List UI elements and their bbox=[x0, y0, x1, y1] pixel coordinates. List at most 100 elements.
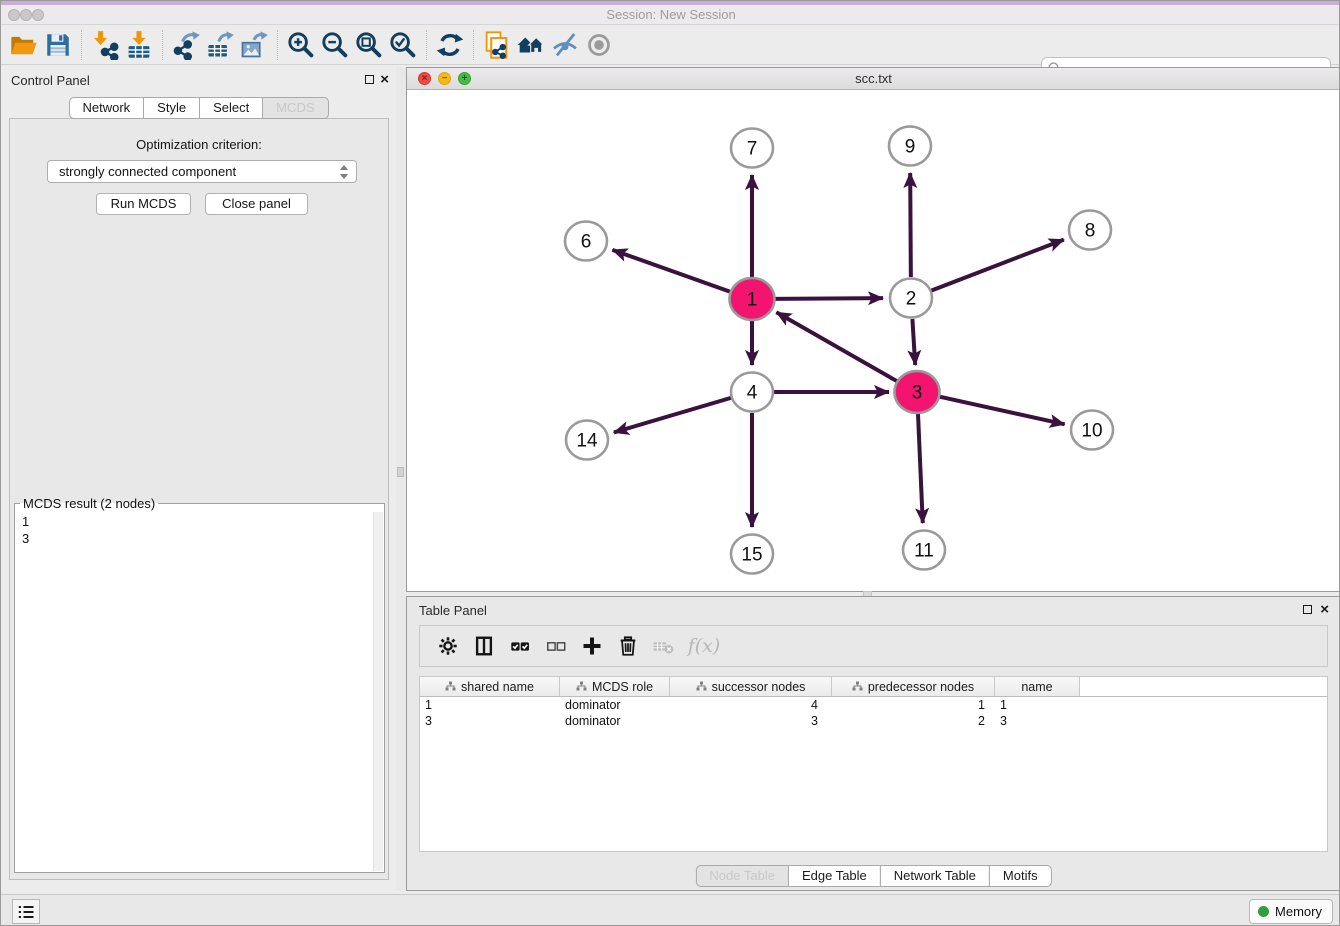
save-floppy-icon[interactable] bbox=[41, 28, 75, 62]
gear-icon[interactable] bbox=[430, 631, 466, 661]
table-toolbar: f(x) bbox=[419, 625, 1328, 667]
run-mcds-button[interactable]: Run MCDS bbox=[96, 193, 191, 215]
graph-edge-4-14[interactable] bbox=[614, 398, 731, 433]
zoom-selected-icon[interactable] bbox=[386, 28, 420, 62]
cell-predecessor-nodes[interactable]: 1 bbox=[832, 697, 995, 713]
export-image-icon[interactable] bbox=[237, 28, 271, 62]
mcds-result-list[interactable]: 1 3 bbox=[15, 511, 384, 872]
network-canvas[interactable]: 7968124314101511 bbox=[407, 90, 1340, 591]
table-panel-tabs: Node Table Edge Table Network Table Moti… bbox=[695, 865, 1051, 887]
window-title: Session: New Session bbox=[1, 7, 1340, 22]
cell-successor-nodes[interactable]: 3 bbox=[670, 713, 832, 729]
select-all-icon[interactable] bbox=[502, 631, 538, 661]
column-header-mcds-role[interactable]: MCDS role bbox=[560, 677, 670, 696]
export-table-icon[interactable] bbox=[203, 28, 237, 62]
column-header-predecessor-nodes[interactable]: predecessor nodes bbox=[832, 677, 995, 696]
memory-button[interactable]: Memory bbox=[1249, 899, 1333, 924]
hide-eye-icon[interactable] bbox=[548, 28, 582, 62]
close-panel-button[interactable]: Close panel bbox=[205, 193, 308, 215]
table-row[interactable]: 3 dominator 3 2 3 bbox=[420, 713, 1327, 729]
network-graph: 7968124314101511 bbox=[407, 90, 1340, 591]
optimization-criterion-select[interactable]: strongly connected component bbox=[47, 160, 357, 183]
vertical-splitter[interactable] bbox=[396, 67, 406, 891]
export-network-icon[interactable] bbox=[169, 28, 203, 62]
zoom-in-icon[interactable] bbox=[284, 28, 318, 62]
graph-edge-3-11[interactable] bbox=[918, 413, 923, 523]
column-header-name[interactable]: name bbox=[995, 677, 1080, 696]
main-toolbar bbox=[1, 25, 1340, 65]
graph-node-label: 7 bbox=[747, 139, 758, 160]
refresh-icon[interactable] bbox=[433, 28, 467, 62]
column-header-successor-nodes[interactable]: successor nodes bbox=[670, 677, 832, 696]
tab-edge-table[interactable]: Edge Table bbox=[788, 865, 881, 887]
status-bar: Memory bbox=[1, 894, 1340, 926]
tab-mcds[interactable]: MCDS bbox=[262, 97, 328, 119]
cell-successor-nodes[interactable]: 4 bbox=[670, 697, 832, 713]
node-table: shared name MCDS role bbox=[419, 676, 1328, 852]
application-window: Session: New Session bbox=[0, 0, 1340, 926]
graph-edge-2-8[interactable] bbox=[932, 240, 1064, 291]
network-window-title: scc.txt bbox=[407, 71, 1340, 86]
column-label: successor nodes bbox=[712, 680, 806, 694]
cell-name[interactable]: 3 bbox=[995, 713, 1080, 729]
network-view-window: × − + scc.txt 7968124314101511 bbox=[406, 67, 1340, 592]
trash-icon[interactable] bbox=[610, 631, 646, 661]
control-panel: Control Panel × Network Style Select MCD… bbox=[1, 67, 396, 883]
table-panel: Table Panel × bbox=[406, 596, 1340, 891]
houses-icon[interactable] bbox=[514, 28, 548, 62]
cell-mcds-role[interactable]: dominator bbox=[560, 713, 670, 729]
column-layout-icon[interactable] bbox=[466, 631, 502, 661]
splitter-handle[interactable] bbox=[397, 467, 404, 477]
close-panel-icon[interactable]: × bbox=[380, 75, 389, 85]
zoom-fit-icon[interactable] bbox=[352, 28, 386, 62]
float-panel-icon[interactable] bbox=[365, 75, 374, 84]
namespace-icon bbox=[576, 681, 587, 692]
delete-table-icon bbox=[646, 631, 682, 661]
table-header-row: shared name MCDS role bbox=[420, 677, 1327, 697]
tab-motifs[interactable]: Motifs bbox=[989, 865, 1052, 887]
graph-edge-3-10[interactable] bbox=[938, 396, 1064, 424]
list-icon bbox=[18, 905, 34, 919]
tab-node-table[interactable]: Node Table bbox=[695, 865, 789, 887]
window-titlebar: Session: New Session bbox=[1, 1, 1340, 25]
cell-predecessor-nodes[interactable]: 2 bbox=[832, 713, 995, 729]
network-document-icon[interactable] bbox=[480, 28, 514, 62]
toolbar-separator bbox=[162, 30, 163, 60]
cell-mcds-role[interactable]: dominator bbox=[560, 697, 670, 713]
graph-edge-2-3[interactable] bbox=[912, 319, 915, 365]
graph-edge-3-1[interactable] bbox=[776, 312, 897, 381]
import-network-icon[interactable] bbox=[88, 28, 122, 62]
mcds-result-line: 3 bbox=[22, 530, 384, 547]
tab-style[interactable]: Style bbox=[143, 97, 200, 119]
mcds-tab-content: Optimization criterion: strongly connect… bbox=[9, 118, 389, 880]
tab-select[interactable]: Select bbox=[199, 97, 263, 119]
tab-network[interactable]: Network bbox=[68, 97, 144, 119]
add-column-icon[interactable] bbox=[574, 631, 610, 661]
import-table-icon[interactable] bbox=[122, 28, 156, 62]
close-panel-icon[interactable]: × bbox=[1320, 605, 1329, 615]
float-panel-icon[interactable] bbox=[1303, 605, 1312, 614]
graph-edge-1-6[interactable] bbox=[612, 250, 731, 292]
graph-edge-2-9[interactable] bbox=[910, 173, 911, 277]
open-folder-icon[interactable] bbox=[7, 28, 41, 62]
eye-icon[interactable] bbox=[582, 28, 616, 62]
cell-shared-name[interactable]: 3 bbox=[420, 713, 560, 729]
column-label: predecessor nodes bbox=[868, 680, 974, 694]
column-header-shared-name[interactable]: shared name bbox=[420, 677, 560, 696]
tab-network-table[interactable]: Network Table bbox=[880, 865, 990, 887]
scrollbar-track[interactable] bbox=[373, 512, 383, 871]
memory-status-dot bbox=[1258, 906, 1269, 917]
select-stepper-icon bbox=[340, 165, 349, 179]
function-builder-icon: f(x) bbox=[682, 631, 726, 661]
graph-node-label: 3 bbox=[912, 383, 923, 404]
table-row[interactable]: 1 dominator 4 1 1 bbox=[420, 697, 1327, 713]
zoom-out-icon[interactable] bbox=[318, 28, 352, 62]
optimization-criterion-label: Optimization criterion: bbox=[10, 137, 388, 152]
graph-node-label: 11 bbox=[914, 541, 934, 562]
deselect-all-icon[interactable] bbox=[538, 631, 574, 661]
task-history-button[interactable] bbox=[12, 899, 40, 924]
graph-node-label: 1 bbox=[747, 290, 758, 311]
cell-name[interactable]: 1 bbox=[995, 697, 1080, 713]
graph-edge-1-2[interactable] bbox=[774, 298, 883, 299]
cell-shared-name[interactable]: 1 bbox=[420, 697, 560, 713]
